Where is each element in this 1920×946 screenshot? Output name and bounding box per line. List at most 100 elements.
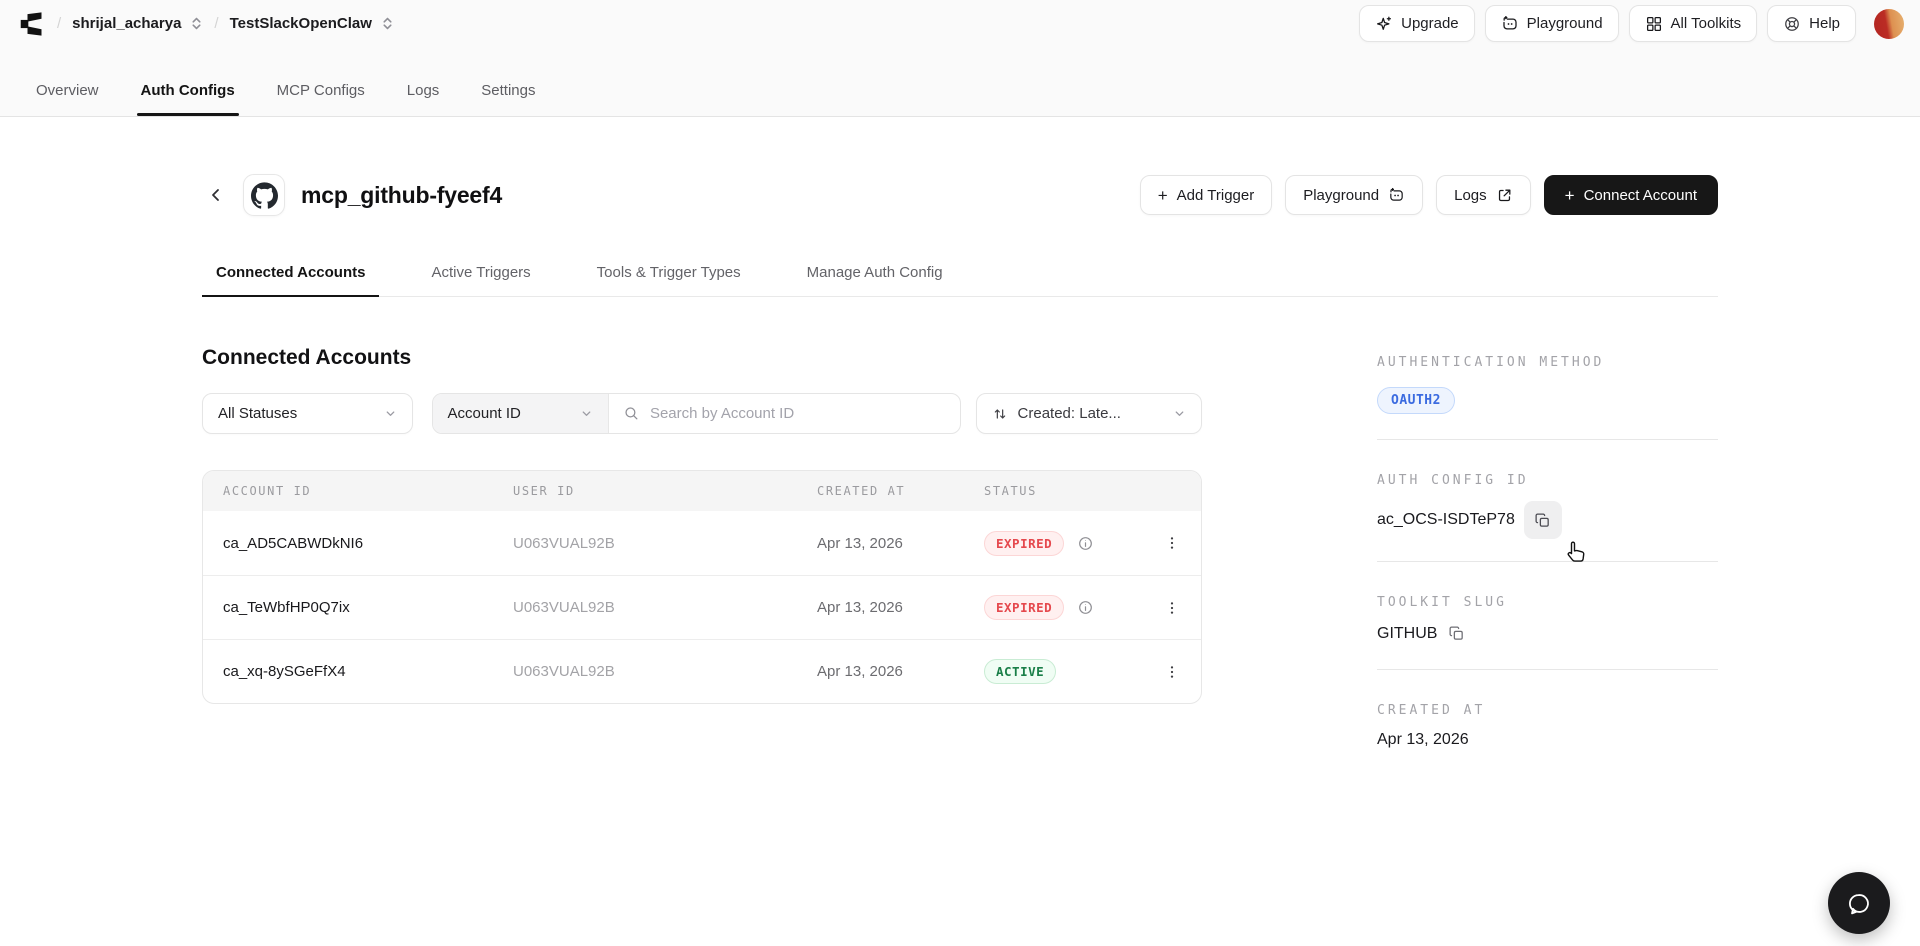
chevron-down-icon (580, 407, 593, 420)
status-cell: EXPIRED (984, 530, 1143, 556)
org-name: shrijal_acharya (72, 15, 182, 32)
nav-item-logs[interactable]: Logs (405, 82, 442, 116)
playground-button[interactable]: Playground (1484, 5, 1619, 42)
created-at-section: CREATED AT Apr 13, 2026 (1377, 703, 1718, 749)
tab-active-triggers[interactable]: Active Triggers (417, 264, 544, 296)
created-at-cell: Apr 13, 2026 (817, 663, 903, 680)
user-avatar[interactable] (1874, 8, 1904, 39)
help-label: Help (1809, 15, 1840, 32)
header-status: STATUS (984, 484, 1037, 498)
upgrade-button[interactable]: Upgrade (1359, 5, 1475, 42)
table-row: ca_xq-8ySGeFfX4 U063VUAL92B Apr 13, 2026… (203, 639, 1201, 703)
status-badge: ACTIVE (984, 659, 1057, 684)
breadcrumb-project-switcher[interactable]: TestSlackOpenClaw (230, 15, 394, 32)
copy-icon[interactable] (1446, 623, 1467, 644)
auth-config-id-value: ac_OCS-ISDTeP78 (1377, 511, 1515, 528)
grid-icon (1645, 15, 1663, 33)
add-trigger-button[interactable]: + Add Trigger (1139, 175, 1273, 215)
chat-widget-button[interactable] (1828, 872, 1890, 934)
tab-tools-trigger-types[interactable]: Tools & Trigger Types (583, 264, 755, 296)
filters-row: All Statuses Account ID Search by Accoun… (202, 393, 1202, 434)
details-sidebar: AUTHENTICATION METHOD OAUTH2 AUTH CONFIG… (1377, 297, 1718, 749)
info-icon[interactable] (1077, 535, 1094, 552)
status-cell: EXPIRED (984, 595, 1143, 620)
row-menu (1143, 594, 1201, 622)
add-trigger-label: Add Trigger (1176, 186, 1255, 204)
search-field-value: Account ID (447, 405, 521, 422)
playground-open-button[interactable]: Playground (1285, 175, 1424, 215)
logs-open-button[interactable]: Logs (1436, 175, 1531, 215)
nav-item-mcp-configs[interactable]: MCP Configs (275, 82, 367, 116)
breadcrumb-separator: / (57, 15, 62, 32)
expand-icon (190, 17, 203, 30)
account-id-cell: ca_TeWbfHP0Q7ix (223, 599, 350, 616)
info-icon[interactable] (1077, 599, 1094, 616)
account-id-cell: ca_AD5CABWDkNI6 (223, 534, 364, 552)
status-filter-value: All Statuses (218, 405, 298, 422)
table-row: ca_TeWbfHP0Q7ix U063VUAL92B Apr 13, 2026… (203, 575, 1201, 639)
toolkit-slug-value: GITHUB (1377, 624, 1438, 642)
copy-button[interactable] (1523, 501, 1562, 539)
all-toolkits-button[interactable]: All Toolkits (1628, 5, 1758, 42)
connect-account-label: Connect Account (1583, 186, 1697, 204)
chat-bubble-icon (1846, 890, 1873, 917)
project-name: TestSlackOpenClaw (229, 15, 372, 32)
kebab-menu-icon[interactable] (1158, 529, 1186, 557)
kebab-menu-icon[interactable] (1158, 594, 1186, 622)
plus-icon: + (1157, 185, 1168, 205)
row-menu (1143, 658, 1201, 686)
auth-method-section: AUTHENTICATION METHOD OAUTH2 (1377, 355, 1718, 414)
auth-config-id-section: AUTH CONFIG ID ac_OCS-ISDTeP78 (1377, 473, 1718, 539)
playground-label: Playground (1526, 15, 1603, 32)
sort-arrows-icon (992, 406, 1008, 422)
back-button[interactable] (202, 181, 230, 209)
created-at-value: Apr 13, 2026 (1377, 731, 1469, 748)
detail-tabs: Connected Accounts Active Triggers Tools… (202, 264, 1718, 297)
nav-item-overview[interactable]: Overview (34, 82, 101, 116)
divider (1377, 669, 1718, 670)
status-filter-dropdown[interactable]: All Statuses (202, 393, 413, 434)
status-badge: EXPIRED (984, 530, 1065, 556)
lifebuoy-icon (1783, 15, 1801, 33)
logs-open-label: Logs (1454, 186, 1487, 204)
expand-icon (381, 17, 394, 30)
created-at-cell: Apr 13, 2026 (817, 534, 903, 552)
search-field-dropdown[interactable]: Account ID (432, 394, 609, 433)
primary-nav: Overview Auth Configs MCP Configs Logs S… (16, 47, 1904, 116)
created-at-label: CREATED AT (1377, 703, 1486, 718)
tab-connected-accounts[interactable]: Connected Accounts (202, 264, 380, 297)
chevron-down-icon (384, 407, 397, 420)
status-cell: ACTIVE (984, 659, 1143, 684)
search-icon (623, 405, 640, 422)
kebab-menu-icon[interactable] (1158, 658, 1186, 686)
breadcrumb-separator: / (214, 15, 219, 32)
topbar-actions: Upgrade Playground All Toolkits Help (1359, 5, 1904, 42)
search-input[interactable] (649, 405, 946, 422)
external-link-icon (1496, 187, 1513, 204)
section-title: Connected Accounts (202, 346, 412, 369)
playground-open-label: Playground (1303, 186, 1380, 204)
page-header-left: mcp_github-fyeef4 (202, 174, 502, 216)
nav-item-settings[interactable]: Settings (479, 82, 537, 116)
help-button[interactable]: Help (1767, 5, 1856, 42)
composio-logo-icon[interactable] (16, 9, 46, 39)
sort-value: Created: Late... (1017, 405, 1121, 422)
connected-accounts-section: Connected Accounts All Statuses Account … (202, 297, 1202, 704)
header-user-id: USER ID (513, 484, 575, 498)
playground-icon (1388, 187, 1405, 204)
page-title: mcp_github-fyeef4 (301, 181, 503, 208)
plus-icon: + (1564, 185, 1575, 205)
user-id-cell: U063VUAL92B (513, 534, 615, 552)
header-account-id: ACCOUNT ID (223, 484, 312, 498)
topbar: / shrijal_acharya / TestSlackOpenClaw Up… (0, 0, 1920, 117)
divider (1377, 561, 1718, 562)
connect-account-button[interactable]: + Connect Account (1543, 175, 1718, 215)
topbar-row: / shrijal_acharya / TestSlackOpenClaw Up… (16, 0, 1904, 47)
breadcrumb-org-switcher[interactable]: shrijal_acharya (72, 15, 203, 32)
tab-manage-auth-config[interactable]: Manage Auth Config (793, 264, 957, 296)
sort-dropdown[interactable]: Created: Late... (975, 393, 1202, 434)
created-at-cell: Apr 13, 2026 (817, 599, 903, 616)
nav-item-auth-configs[interactable]: Auth Configs (136, 82, 239, 116)
upgrade-label: Upgrade (1401, 15, 1459, 32)
playground-icon (1501, 15, 1519, 33)
